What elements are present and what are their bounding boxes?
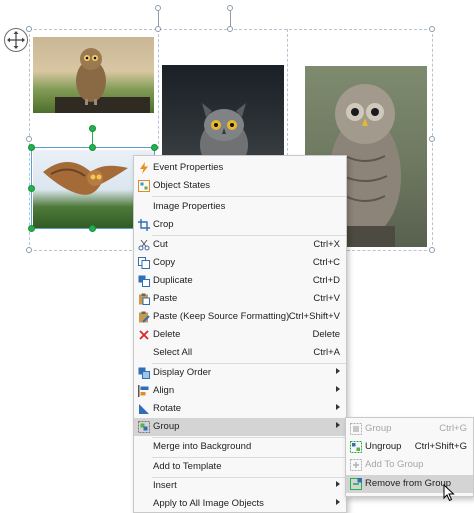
menu-item-copy[interactable]: Copy Ctrl+C (134, 254, 346, 272)
resize-handle[interactable] (28, 185, 35, 192)
object-states-icon (138, 180, 150, 192)
paste-icon (138, 293, 150, 305)
ungroup-icon (350, 441, 362, 453)
menu-item-delete[interactable]: Delete Delete (134, 326, 346, 344)
menu-item-image-properties[interactable]: Image Properties (134, 198, 346, 216)
resize-handle[interactable] (429, 26, 435, 32)
menu-item-rotate[interactable]: Rotate (134, 400, 346, 418)
submenu-arrow-icon (336, 368, 340, 374)
resize-handle[interactable] (89, 225, 96, 232)
scissors-icon (138, 239, 150, 251)
rotate-icon (138, 403, 150, 415)
owl-2-photo[interactable] (162, 65, 284, 160)
delete-x-icon (138, 329, 150, 341)
menu-item-crop[interactable]: Crop (134, 216, 346, 234)
resize-handle[interactable] (26, 136, 32, 142)
remove-from-group-icon (350, 478, 362, 490)
menu-item-merge-into-background[interactable]: Merge into Background (134, 438, 346, 456)
context-menu: Event Properties Object States Image Pro… (133, 155, 347, 513)
submenu-arrow-icon (336, 404, 340, 410)
menu-item-insert[interactable]: Insert (134, 477, 346, 495)
copy-icon (138, 257, 150, 269)
group-icon (138, 421, 150, 433)
menu-item-paste[interactable]: Paste Ctrl+V (134, 290, 346, 308)
menu-item-add-to-template[interactable]: Add to Template (134, 458, 346, 476)
menu-item-apply-to-all-image-objects[interactable]: Apply to All Image Objects (134, 495, 346, 513)
group-bound-bottom-right (347, 250, 432, 251)
menu-item-object-states[interactable]: Object States (134, 177, 346, 195)
resize-handle[interactable] (28, 144, 35, 151)
resize-handle[interactable] (155, 26, 161, 32)
menu-item-align[interactable]: Align (134, 382, 346, 400)
resize-handle[interactable] (89, 144, 96, 151)
add-to-group-icon (350, 459, 362, 471)
group-icon (350, 423, 362, 435)
submenu-arrow-icon (336, 481, 340, 487)
paste-format-icon (138, 311, 150, 323)
owl-1-photo[interactable] (33, 37, 154, 113)
duplicate-icon (138, 275, 150, 287)
group-divider-1 (158, 29, 159, 149)
lightning-icon (138, 162, 150, 174)
menu-item-group[interactable]: Group (134, 418, 346, 436)
menu-item-paste-keep-source-formatting[interactable]: Paste (Keep Source Formatting) Ctrl+Shif… (134, 308, 346, 326)
crop-icon (138, 219, 150, 231)
menu-separator (152, 196, 346, 197)
align-icon (138, 385, 150, 397)
mouse-cursor-icon (443, 483, 455, 505)
submenu-item-add-to-group[interactable]: Add To Group (346, 456, 473, 474)
menu-item-select-all[interactable]: Select All Ctrl+A (134, 344, 346, 362)
menu-item-cut[interactable]: Cut Ctrl+X (134, 236, 346, 254)
display-order-icon (138, 367, 150, 379)
rotate-handle[interactable] (89, 125, 96, 132)
submenu-item-group[interactable]: Group Ctrl+G (346, 420, 473, 438)
menu-item-display-order[interactable]: Display Order (134, 364, 346, 382)
submenu-arrow-icon (336, 422, 340, 428)
resize-handle[interactable] (429, 136, 435, 142)
submenu-arrow-icon (336, 499, 340, 505)
group-bound-bottom (29, 250, 132, 251)
resize-handle[interactable] (227, 26, 233, 32)
menu-item-event-properties[interactable]: Event Properties (134, 159, 346, 177)
four-way-arrow-icon[interactable] (4, 28, 28, 52)
menu-item-duplicate[interactable]: Duplicate Ctrl+D (134, 272, 346, 290)
submenu-arrow-icon (336, 386, 340, 392)
resize-handle[interactable] (26, 247, 32, 253)
submenu-item-ungroup[interactable]: Ungroup Ctrl+Shift+G (346, 438, 473, 456)
resize-handle[interactable] (28, 225, 35, 232)
resize-handle[interactable] (429, 247, 435, 253)
resize-handle[interactable] (151, 144, 158, 151)
